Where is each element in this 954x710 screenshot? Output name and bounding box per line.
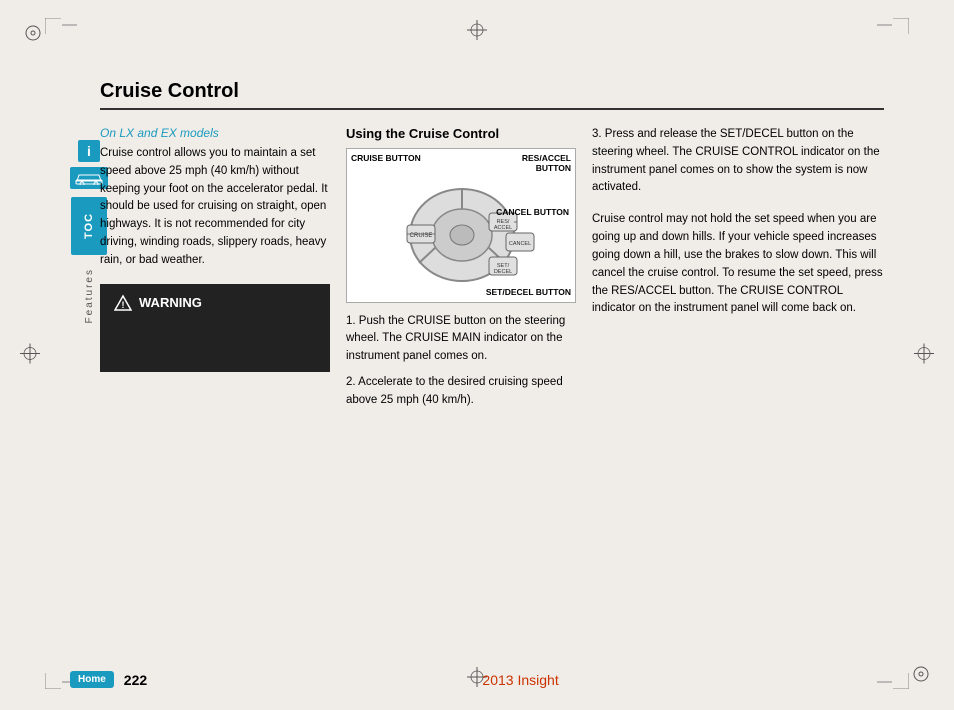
- corner-bracket-bl: [45, 673, 61, 692]
- label-cruise: CRUISE BUTTON: [351, 153, 421, 173]
- step-3-paragraph: 3. Press and release the SET/DECEL butto…: [592, 126, 884, 197]
- diagram-bottom-labels: SET/DECEL BUTTON: [351, 287, 571, 297]
- warning-title: ! WARNING: [114, 294, 316, 312]
- cancel-label: CANCEL BUTTON: [496, 207, 569, 217]
- spiral-mark-br: [912, 665, 930, 686]
- svg-text:ACCEL: ACCEL: [494, 225, 512, 231]
- left-column: On LX and EX models Cruise control allow…: [100, 126, 330, 410]
- bracket-tl: [62, 15, 92, 38]
- bracket-tr: [862, 15, 892, 38]
- page-title: Cruise Control: [100, 80, 884, 110]
- svg-text:CANCEL: CANCEL: [509, 241, 531, 247]
- svg-text:DECEL: DECEL: [494, 269, 512, 275]
- lx-ex-heading: On LX and EX models: [100, 126, 330, 140]
- corner-bracket-tl: [45, 18, 61, 37]
- main-content: Cruise Control On LX and EX models Cruis…: [70, 80, 884, 645]
- page-container: { "page": { "title": "Cruise Control", "…: [0, 0, 954, 710]
- footer-subtitle: 2013 Insight: [157, 672, 884, 688]
- step-1: 1. Push the CRUISE button on the steerin…: [346, 313, 576, 366]
- intro-text: Cruise control allows you to maintain a …: [100, 145, 330, 270]
- corner-bracket-tr: [893, 18, 909, 37]
- diagram-title: Using the Cruise Control: [346, 126, 576, 141]
- warning-triangle-icon: !: [114, 294, 132, 312]
- warning-box: ! WARNING: [100, 284, 330, 372]
- middle-column: Using the Cruise Control CRUISE BUTTON R…: [346, 126, 576, 410]
- corner-bracket-br: [893, 673, 909, 692]
- cruise-diagram: CRUISE BUTTON RES/ACCEL BUTTON: [346, 148, 576, 303]
- crosshair-left: [20, 344, 40, 367]
- page-number: 222: [124, 672, 147, 688]
- home-badge[interactable]: Home: [70, 671, 114, 688]
- label-set-decel: SET/DECEL BUTTON: [486, 287, 571, 297]
- step-2: 2. Accelerate to the desired cruising sp…: [346, 374, 576, 410]
- crosshair-top: [467, 20, 487, 43]
- spiral-mark-tl: [24, 24, 42, 45]
- right-column: 3. Press and release the SET/DECEL butto…: [592, 126, 884, 410]
- crosshair-right: [914, 344, 934, 367]
- svg-text:!: !: [122, 300, 125, 310]
- steering-wheel-svg: CRUISE RES/ ACCEL CANCEL SET/ DECEL: [351, 175, 573, 285]
- content-body: On LX and EX models Cruise control allow…: [100, 126, 884, 410]
- cruise-info-paragraph: Cruise control may not hold the set spee…: [592, 211, 884, 318]
- steering-wheel-diagram: CRUISE RES/ ACCEL CANCEL SET/ DECEL: [351, 175, 571, 285]
- label-res-accel: RES/ACCEL BUTTON: [501, 153, 571, 173]
- footer: Home 222 2013 Insight: [70, 671, 884, 688]
- diagram-top-labels: CRUISE BUTTON RES/ACCEL BUTTON: [351, 153, 571, 173]
